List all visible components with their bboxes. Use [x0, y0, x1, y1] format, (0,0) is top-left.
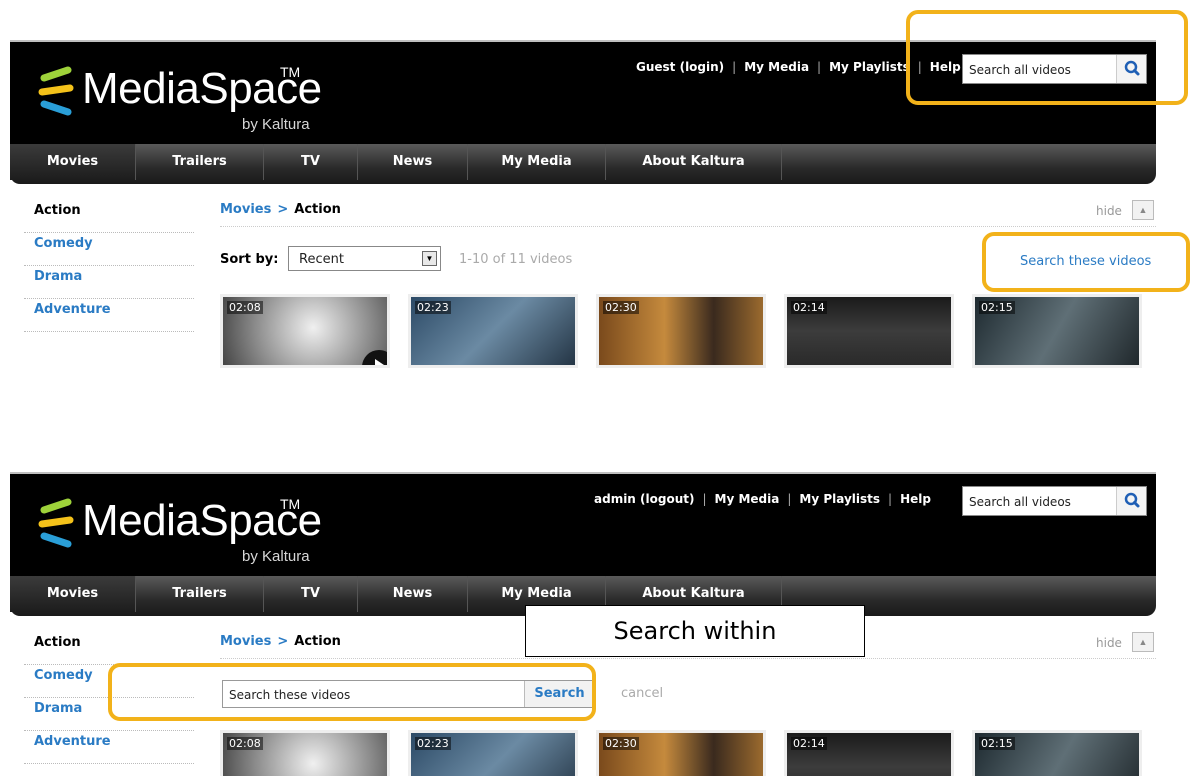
cancel-link[interactable]: cancel — [621, 686, 663, 701]
brand-sub: by Kaltura — [242, 116, 310, 133]
sidebar-item-adventure[interactable]: Adventure — [24, 299, 194, 332]
my-media-link[interactable]: My Media — [715, 492, 780, 506]
video-thumbnails: 02:08 02:23 02:30 02:14 02:15 — [220, 294, 1156, 368]
brand-sub: by Kaltura — [242, 548, 310, 565]
sort-value: Recent — [299, 252, 344, 267]
breadcrumb-sep: > — [277, 202, 289, 217]
search-all-text: Search all videos — [969, 495, 1071, 509]
video-thumbnail[interactable]: 02:14 — [784, 730, 954, 776]
search-all-input[interactable]: Search all videos — [962, 486, 1147, 516]
search-button[interactable] — [1116, 487, 1146, 515]
highlight-search-all — [906, 10, 1188, 105]
brand-tm: TM — [280, 496, 301, 512]
sidebar-item-drama[interactable]: Drama — [24, 266, 194, 299]
sidebar-item-comedy[interactable]: Comedy — [24, 233, 194, 266]
tab-tv[interactable]: TV — [264, 576, 358, 612]
video-thumbnail[interactable]: 02:15 — [972, 294, 1142, 368]
top-links: admin (logout) | My Media | My Playlists | Hel… — [594, 492, 931, 506]
divider — [220, 658, 1156, 659]
hide-link[interactable]: hide — [1096, 204, 1122, 218]
video-thumbnail[interactable]: 02:23 — [408, 294, 578, 368]
duration-label: 02:30 — [603, 301, 639, 314]
duration-label: 02:15 — [979, 737, 1015, 750]
divider — [220, 226, 1156, 227]
tab-news[interactable]: News — [358, 576, 468, 612]
category-sidebar: Action Comedy Drama Adventure — [24, 200, 194, 332]
duration-label: 02:30 — [603, 737, 639, 750]
breadcrumb: Movies > Action — [220, 202, 341, 217]
tab-movies[interactable]: Movies — [10, 144, 136, 180]
duration-label: 02:14 — [791, 301, 827, 314]
my-media-link[interactable]: My Media — [744, 60, 809, 74]
tab-tv[interactable]: TV — [264, 144, 358, 180]
video-thumbnail[interactable]: 02:08 — [220, 294, 390, 368]
user-logout-link[interactable]: admin (logout) — [594, 492, 694, 506]
sort-select[interactable]: Recent ▼ — [288, 246, 441, 271]
search-icon — [1124, 492, 1140, 508]
duration-label: 02:23 — [415, 737, 451, 750]
dropdown-arrow-icon: ▼ — [422, 251, 437, 266]
collapse-up-icon[interactable]: ▲ — [1132, 200, 1154, 220]
breadcrumb-sep: > — [277, 634, 289, 649]
tab-my-media[interactable]: My Media — [468, 144, 606, 180]
tab-news[interactable]: News — [358, 144, 468, 180]
sidebar-item-action[interactable]: Action — [24, 200, 194, 233]
user-login-link[interactable]: Guest (login) — [636, 60, 724, 74]
collapse-up-icon[interactable]: ▲ — [1132, 632, 1154, 652]
brand-tm: TM — [280, 64, 301, 80]
duration-label: 02:23 — [415, 301, 451, 314]
sidebar-item-action[interactable]: Action — [24, 632, 194, 665]
video-thumbnail[interactable]: 02:30 — [596, 294, 766, 368]
breadcrumb: Movies > Action — [220, 634, 341, 649]
sidebar-item-adventure[interactable]: Adventure — [24, 731, 194, 764]
my-playlists-link[interactable]: My Playlists — [829, 60, 910, 74]
sort-label: Sort by: — [220, 252, 279, 267]
video-thumbnail[interactable]: 02:15 — [972, 730, 1142, 776]
tab-movies[interactable]: Movies — [10, 576, 136, 612]
duration-label: 02:14 — [791, 737, 827, 750]
tab-trailers[interactable]: Trailers — [136, 144, 264, 180]
my-playlists-link[interactable]: My Playlists — [799, 492, 880, 506]
video-thumbnail[interactable]: 02:30 — [596, 730, 766, 776]
breadcrumb-current: Action — [294, 202, 341, 217]
video-thumbnail[interactable]: 02:08 — [220, 730, 390, 776]
breadcrumb-movies[interactable]: Movies — [220, 634, 271, 649]
breadcrumb-current: Action — [294, 634, 341, 649]
duration-label: 02:08 — [227, 301, 263, 314]
video-count: 1-10 of 11 videos — [459, 252, 573, 267]
kaltura-logo-icon — [38, 66, 74, 116]
hide-link[interactable]: hide — [1096, 636, 1122, 650]
play-icon — [362, 350, 387, 365]
duration-label: 02:08 — [227, 737, 263, 750]
video-thumbnails: 02:08 02:23 02:30 02:14 02:15 — [220, 730, 1156, 776]
highlight-inline-search — [108, 663, 596, 721]
main-nav: Movies Trailers TV News My Media About K… — [10, 144, 1156, 184]
kaltura-logo-icon — [38, 498, 74, 548]
duration-label: 02:15 — [979, 301, 1015, 314]
video-thumbnail[interactable]: 02:14 — [784, 294, 954, 368]
breadcrumb-movies[interactable]: Movies — [220, 202, 271, 217]
callout-label: Search within — [525, 605, 865, 657]
highlight-search-these — [982, 232, 1190, 292]
tab-trailers[interactable]: Trailers — [136, 576, 264, 612]
site-header: MediaSpace TM by Kaltura admin (logout) |… — [10, 472, 1156, 576]
tab-about-kaltura[interactable]: About Kaltura — [606, 144, 782, 180]
video-thumbnail[interactable]: 02:23 — [408, 730, 578, 776]
help-link[interactable]: Help — [900, 492, 931, 506]
